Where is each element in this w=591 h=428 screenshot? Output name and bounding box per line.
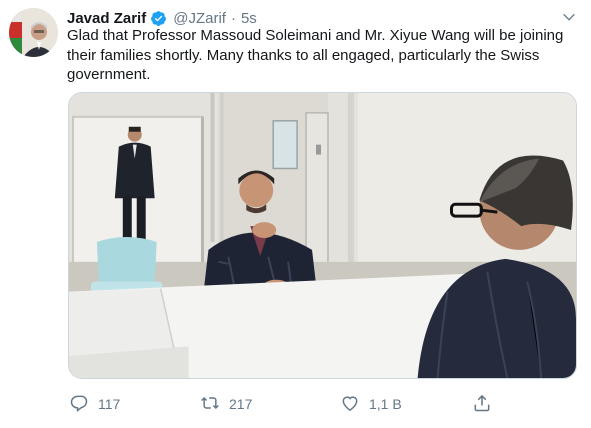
verified-badge-icon [150, 10, 167, 27]
meeting-room-photo [69, 93, 576, 378]
author-name[interactable]: Javad Zarif [67, 10, 146, 27]
heart-icon [340, 393, 360, 416]
tweet-actions: 117 217 1,1 B [67, 392, 507, 418]
tweet-header: Javad Zarif @JZarif · 5s [67, 8, 257, 28]
table [69, 273, 468, 378]
tweet[interactable]: Javad Zarif @JZarif · 5s Glad that Profe… [0, 0, 591, 428]
separator-dot: · [230, 9, 236, 27]
share-button[interactable] [472, 392, 492, 416]
reply-icon [69, 393, 89, 416]
reply-button[interactable]: 117 [69, 392, 120, 416]
avatar[interactable] [9, 8, 58, 57]
chevron-down-icon[interactable] [561, 9, 577, 25]
retweet-count: 217 [229, 396, 253, 412]
chair [90, 236, 163, 294]
tweet-text: Glad that Professor Massoud Soleimani an… [67, 27, 564, 83]
retweet-icon [200, 393, 220, 416]
share-icon [472, 393, 492, 416]
tweet-photo[interactable] [68, 92, 577, 379]
avatar-image [9, 8, 58, 57]
reply-count: 117 [98, 396, 121, 412]
tweet-timestamp[interactable]: 5s [241, 10, 257, 27]
like-button[interactable]: 1,1 B [340, 392, 402, 416]
retweet-button[interactable]: 217 [200, 392, 252, 416]
like-count: 1,1 B [369, 396, 402, 412]
author-handle[interactable]: @JZarif [173, 10, 226, 27]
